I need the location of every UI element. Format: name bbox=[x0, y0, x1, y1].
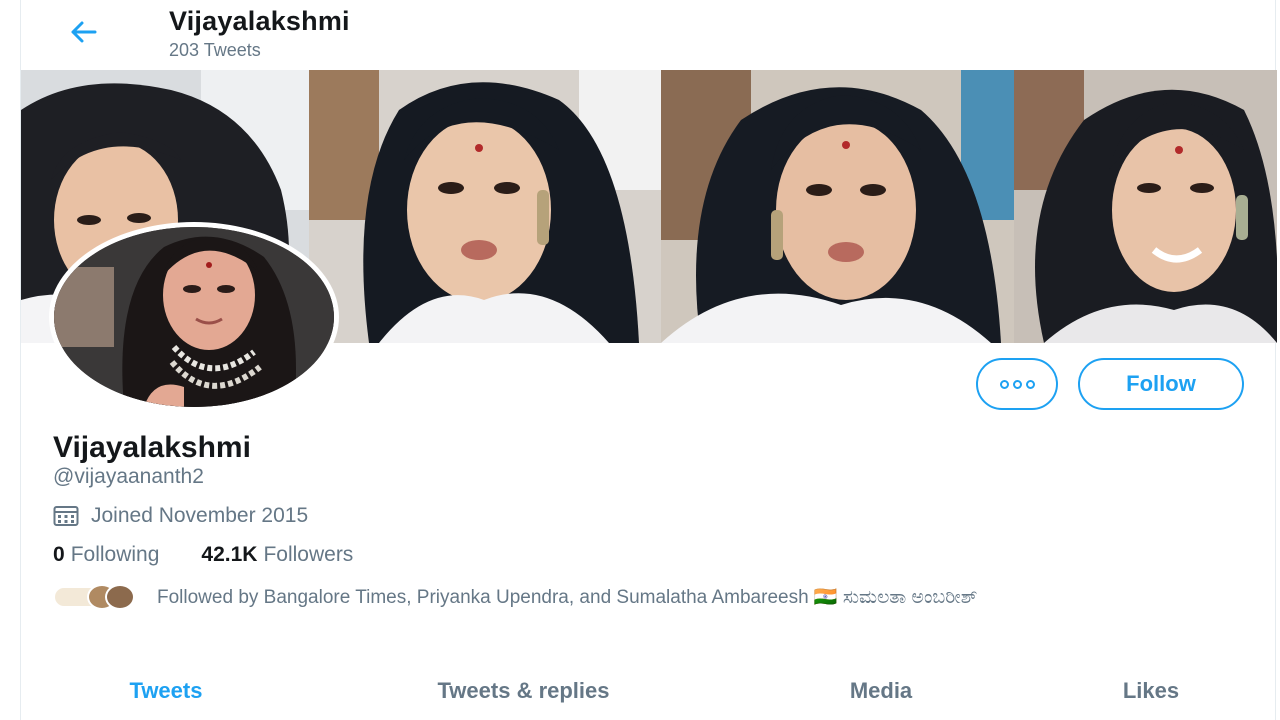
more-options-button[interactable] bbox=[976, 358, 1058, 410]
profile-page: Vijayalakshmi 203 Tweets Follow Vijayala… bbox=[20, 0, 1277, 720]
followers-link[interactable]: 42.1K Followers bbox=[201, 543, 353, 567]
followed-by[interactable]: Followed by Bangalore Times, Priyanka Up… bbox=[53, 584, 1237, 612]
calendar-icon bbox=[53, 506, 79, 526]
tab-tweets-and-replies[interactable]: Tweets & replies bbox=[311, 668, 736, 714]
tab-tweets[interactable]: Tweets bbox=[21, 668, 311, 714]
more-options-icon bbox=[999, 379, 1009, 389]
profile-tabs: Tweets Tweets & replies Media Likes bbox=[21, 668, 1277, 720]
tab-likes[interactable]: Likes bbox=[1026, 668, 1276, 714]
tab-media[interactable]: Media bbox=[736, 668, 1026, 714]
followed-by-text: Followed by Bangalore Times, Priyanka Up… bbox=[157, 587, 978, 608]
banner-photo-4 bbox=[1014, 70, 1277, 343]
follow-button[interactable]: Follow bbox=[1078, 358, 1244, 410]
joined-text: Joined November 2015 bbox=[91, 504, 309, 527]
avatar bbox=[105, 584, 135, 610]
profile-header: Vijayalakshmi 203 Tweets bbox=[21, 0, 1275, 68]
followers-count: 42.1K bbox=[201, 543, 258, 566]
banner-photo-2 bbox=[309, 70, 661, 343]
back-button[interactable] bbox=[65, 14, 101, 50]
followers-label: Followers bbox=[263, 543, 354, 566]
following-label: Following bbox=[70, 543, 160, 566]
banner-photo-3 bbox=[661, 70, 1014, 343]
profile-handle: @vijayaananth2 bbox=[53, 465, 204, 488]
header-title: Vijayalakshmi bbox=[169, 6, 350, 36]
joined-date: Joined November 2015 bbox=[53, 504, 308, 528]
followers-you-know-avatars bbox=[53, 584, 135, 612]
follow-stats: 0 Following 42.1K Followers bbox=[53, 543, 353, 567]
following-link[interactable]: 0 Following bbox=[53, 543, 159, 567]
profile-name: Vijayalakshmi bbox=[53, 431, 251, 464]
tweet-count: 203 Tweets bbox=[169, 40, 261, 60]
following-count: 0 bbox=[53, 543, 65, 566]
arrow-left-icon bbox=[71, 21, 97, 43]
profile-avatar[interactable] bbox=[49, 222, 339, 412]
